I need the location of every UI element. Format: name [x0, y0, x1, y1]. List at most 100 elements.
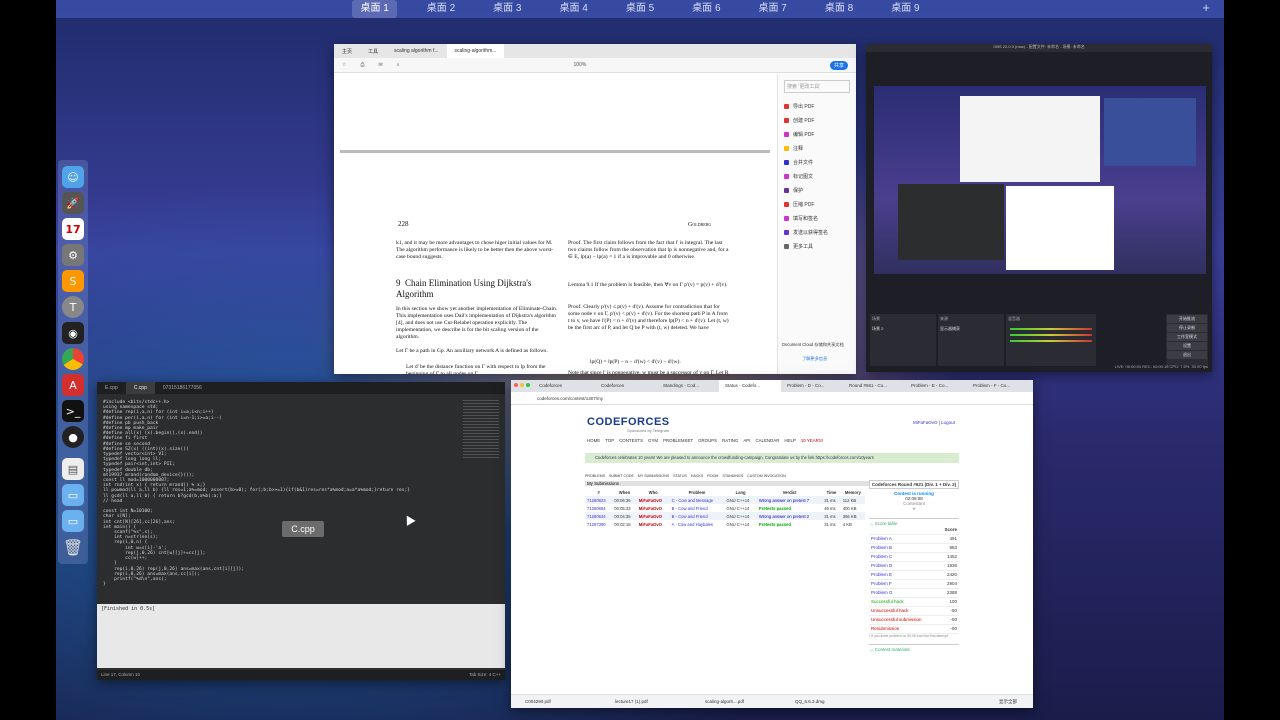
browser-tab[interactable]: Problem - E - Co...	[905, 380, 967, 392]
star-icon[interactable]: ☆	[342, 62, 346, 68]
finder-icon[interactable]: ☺	[62, 166, 84, 188]
subnav-link[interactable]: STANDINGS	[722, 474, 743, 478]
nav-link[interactable]: API	[743, 438, 750, 443]
subnav-link[interactable]: SUBMIT CODE	[609, 474, 634, 478]
learn-more-link[interactable]: 了解更多信息	[802, 356, 827, 362]
source-item[interactable]: 显示器捕获	[938, 324, 1004, 334]
table-cell[interactable]: MiFaFaOvO	[637, 504, 670, 512]
space-tab[interactable]: 桌面 4	[551, 0, 595, 18]
download-item[interactable]: QQ_6.6.3.dmg	[795, 699, 865, 704]
pdf-tool-item[interactable]: 压缩 PDF	[778, 197, 856, 211]
pdf-tool-item[interactable]: 保护	[778, 183, 856, 197]
space-tab[interactable]: 桌面 3	[485, 0, 529, 18]
trash-icon[interactable]: 🗑	[62, 536, 84, 558]
pdf-tool-item[interactable]: 导出 PDF	[778, 99, 856, 113]
contest-title[interactable]: Codeforces Round #621 (Div. 1 + Div. 2)	[869, 480, 959, 489]
score-label[interactable]: Problem B	[871, 545, 892, 551]
window-controls[interactable]	[511, 380, 533, 392]
browser-tab[interactable]: Status - Codefo...	[719, 380, 781, 392]
pdf-tool-item[interactable]: 创建 PDF	[778, 113, 856, 127]
pdf-tool-item[interactable]: 编辑 PDF	[778, 127, 856, 141]
browser-tab[interactable]: Codeforces	[595, 380, 657, 392]
qq-icon[interactable]: ◉	[62, 322, 84, 344]
maximize-icon[interactable]	[526, 383, 530, 387]
nav-link[interactable]: HELP	[784, 438, 795, 443]
folder-icon[interactable]: ▭	[62, 484, 84, 506]
obs-control-button[interactable]: 退出	[1167, 351, 1207, 359]
pdf-tool-item[interactable]: 发送以获得签名	[778, 225, 856, 239]
table-cell[interactable]: 71280823	[585, 496, 613, 504]
pdf-tool-item[interactable]: 填写和签名	[778, 211, 856, 225]
score-label[interactable]: Problem F	[871, 581, 892, 587]
tab-doc-2[interactable]: scaling-algorithm...	[446, 44, 505, 58]
download-item[interactable]: C004290.pdf	[525, 699, 595, 704]
subnav-link[interactable]: MY SUBMISSIONS	[638, 474, 669, 478]
table-cell[interactable]: MiFaFaOvO	[636, 512, 670, 520]
browser-tab[interactable]: Problem - F - Co...	[967, 380, 1029, 392]
tab-e-cpp[interactable]: E.cpp	[97, 382, 126, 394]
subnav-link[interactable]: CUSTOM INVOCATION	[747, 474, 786, 478]
close-icon[interactable]	[514, 383, 518, 387]
nav-link[interactable]: GROUPS	[698, 438, 717, 443]
score-label[interactable]: Problem D	[871, 563, 892, 569]
chrome-window[interactable]: Codeforces Codeforces Standings - Cod... St…	[511, 380, 1033, 708]
score-label[interactable]: Problem E	[871, 572, 892, 578]
space-tab[interactable]: 桌面 7	[751, 0, 795, 18]
browser-tab[interactable]: Problem - 3 - Co...	[1029, 380, 1033, 392]
subnav-link[interactable]: ROOM	[707, 474, 718, 478]
acrobat-window[interactable]: 主页 工具 scaling algorithm f... scaling-alg…	[334, 44, 856, 374]
folder-icon-2[interactable]: ▭	[62, 510, 84, 532]
calendar-icon[interactable]: 17	[62, 218, 84, 240]
nav-link[interactable]: GYM	[648, 438, 658, 443]
sublime-text-icon[interactable]: S	[62, 270, 84, 292]
zoom-search-icon[interactable]: ⌕	[397, 62, 400, 68]
score-label[interactable]: Problem C	[871, 554, 892, 560]
obs-icon[interactable]: ●	[62, 426, 84, 448]
pdf-tool-item[interactable]: 更多工具	[778, 239, 856, 253]
table-cell[interactable]: MiFaFaOvO	[636, 496, 670, 504]
nav-link[interactable]: CONTESTS	[619, 438, 643, 443]
minimize-icon[interactable]	[520, 383, 524, 387]
tab-home[interactable]: 主页	[334, 44, 360, 58]
nav-link[interactable]: RATING	[722, 438, 738, 443]
table-cell[interactable]: B - Cow and Friend	[670, 504, 725, 512]
space-tab[interactable]: 桌面 8	[817, 0, 861, 18]
terminal-icon[interactable]: >_	[62, 400, 84, 422]
browser-tab[interactable]: Round #561 - Co...	[843, 380, 905, 392]
pdf-tool-item[interactable]: 标记图文	[778, 169, 856, 183]
url-text[interactable]: codeforces.com/contest/1307/my	[537, 396, 603, 401]
pdf-tool-item[interactable]: 注释	[778, 141, 856, 155]
table-cell[interactable]: 71287390	[585, 520, 612, 528]
nav-link[interactable]: TOP	[605, 438, 614, 443]
tab-doc-1[interactable]: scaling algorithm f...	[386, 44, 446, 58]
zoom-level[interactable]: 100%	[574, 62, 587, 68]
browser-tab[interactable]: Problem - D - Co...	[781, 380, 843, 392]
tex-icon[interactable]: T	[62, 296, 84, 318]
share-button[interactable]: 共享	[829, 60, 848, 70]
star-icon[interactable]: ★	[869, 506, 959, 512]
space-tab[interactable]: 桌面 2	[419, 0, 463, 18]
table-cell[interactable]: 71280654	[585, 504, 612, 512]
chrome-icon[interactable]	[62, 348, 84, 370]
codeforces-logo[interactable]: CODEFORCES	[587, 416, 670, 428]
user-links[interactable]: MiFaFaOvO | Logout	[913, 420, 955, 425]
code-editor[interactable]: #include <bits/stdc++.h> using namespace…	[97, 400, 463, 612]
space-tab[interactable]: 桌面 1	[352, 0, 397, 18]
tools-search-input[interactable]: 搜索 '更改工具'	[784, 80, 850, 93]
syntax-status[interactable]: Tab Size: 4 C++	[469, 672, 501, 678]
space-tab[interactable]: 桌面 6	[684, 0, 728, 18]
table-cell[interactable]: B - Cow and Friend	[669, 512, 725, 520]
address-bar[interactable]: codeforces.com/contest/1307/my	[511, 392, 1033, 405]
download-item[interactable]: scaling-algorit....pdf	[705, 699, 775, 704]
obs-control-button[interactable]: 设置	[1167, 342, 1207, 350]
subnav-link[interactable]: HACKS	[691, 474, 703, 478]
tab-tools[interactable]: 工具	[360, 44, 386, 58]
minimap[interactable]	[463, 400, 499, 460]
pdf-tool-item[interactable]: 合并文件	[778, 155, 856, 169]
subnav-link[interactable]: STATUS	[673, 474, 687, 478]
nav-link[interactable]: PROBLEMSET	[663, 438, 693, 443]
launchpad-icon[interactable]: 🚀	[62, 192, 84, 214]
browser-tab[interactable]: Standings - Cod...	[657, 380, 719, 392]
tab-untitled[interactable]: 07315186177056	[155, 382, 210, 394]
nav-link[interactable]: 10 YEARS!	[801, 438, 823, 443]
